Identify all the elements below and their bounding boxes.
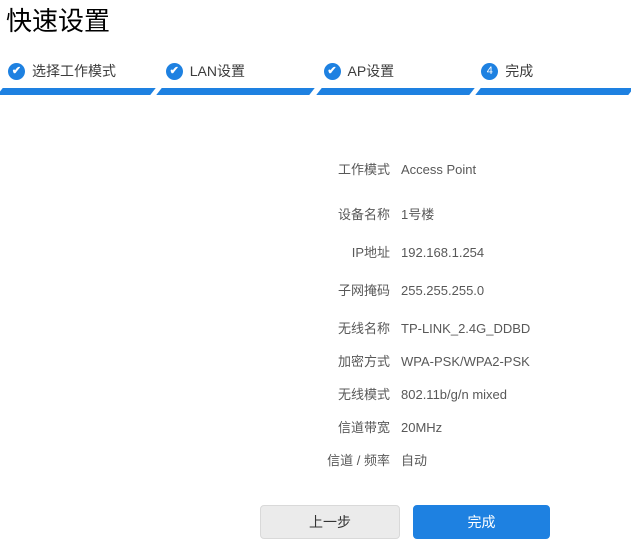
check-icon: ✔ bbox=[165, 62, 183, 80]
check-icon: ✔ bbox=[8, 62, 25, 80]
step-progress-bar bbox=[0, 88, 156, 95]
summary-row: 加密方式 WPA-PSK/WPA2-PSK bbox=[0, 355, 631, 369]
field-value: TP-LINK_2.4G_DDBD bbox=[401, 321, 531, 336]
summary-row: 子网掩码 255.255.255.0 bbox=[0, 284, 631, 298]
field-label: 无线模式 bbox=[337, 387, 390, 402]
field-value: 255.255.255.0 bbox=[401, 283, 485, 298]
field-value: 20MHz bbox=[401, 420, 443, 435]
step-progress-bars bbox=[0, 88, 631, 95]
summary-row: 工作模式 Access Point bbox=[0, 163, 631, 177]
step-item-1: ✔ 选择工作模式 bbox=[0, 61, 158, 81]
step-label: 完成 bbox=[505, 63, 534, 79]
summary-row: IP地址 192.168.1.254 bbox=[0, 246, 631, 260]
field-value: WPA-PSK/WPA2-PSK bbox=[401, 354, 530, 369]
step-item-4: 4 完成 bbox=[473, 61, 631, 81]
back-button[interactable]: 上一步 bbox=[260, 505, 400, 539]
field-value: 192.168.1.254 bbox=[401, 245, 485, 260]
field-label: 加密方式 bbox=[337, 354, 390, 369]
step-progress-bar bbox=[475, 88, 631, 95]
field-label: IP地址 bbox=[351, 245, 390, 260]
step-number-badge: 4 bbox=[481, 62, 499, 80]
button-row: 上一步 完成 bbox=[260, 505, 550, 539]
step-progress-bar bbox=[156, 88, 316, 95]
field-label: 信道 / 频率 bbox=[327, 453, 390, 468]
summary-group: 无线名称 TP-LINK_2.4G_DDBD 加密方式 WPA-PSK/WPA2-PS… bbox=[0, 322, 631, 468]
step-label: AP设置 bbox=[347, 63, 395, 79]
step-progress-bar bbox=[315, 88, 475, 95]
check-icon: ✔ bbox=[323, 62, 341, 80]
summary-row: 信道 / 频率 自动 bbox=[0, 454, 631, 468]
field-label: 子网掩码 bbox=[337, 283, 390, 298]
field-value: Access Point bbox=[401, 162, 477, 177]
field-label: 工作模式 bbox=[337, 162, 390, 177]
step-label: 选择工作模式 bbox=[32, 63, 116, 79]
field-value: 1号楼 bbox=[401, 207, 435, 222]
summary-group: 设备名称 1号楼 IP地址 192.168.1.254 子网掩码 255.255.255.… bbox=[0, 208, 631, 298]
page-title: 快速设置 bbox=[6, 6, 111, 36]
field-label: 无线名称 bbox=[337, 321, 390, 336]
field-value: 802.11b/g/n mixed bbox=[401, 387, 507, 402]
finish-button[interactable]: 完成 bbox=[413, 505, 550, 539]
summary-row: 信道带宽 20MHz bbox=[0, 421, 631, 435]
summary-group: 工作模式 Access Point bbox=[0, 163, 631, 177]
field-label: 设备名称 bbox=[337, 207, 390, 222]
step-label: LAN设置 bbox=[189, 63, 245, 79]
field-label: 信道带宽 bbox=[337, 420, 390, 435]
step-item-2: ✔ LAN设置 bbox=[158, 61, 316, 81]
summary-row: 设备名称 1号楼 bbox=[0, 208, 631, 222]
summary-row: 无线名称 TP-LINK_2.4G_DDBD bbox=[0, 322, 631, 336]
step-item-3: ✔ AP设置 bbox=[316, 61, 474, 81]
settings-summary: 工作模式 Access Point 设备名称 1号楼 IP地址 192.168.1.254… bbox=[0, 163, 631, 487]
summary-row: 无线模式 802.11b/g/n mixed bbox=[0, 388, 631, 402]
field-value: 自动 bbox=[401, 453, 428, 468]
step-indicator: ✔ 选择工作模式 ✔ LAN设置 ✔ AP设置 4 完成 bbox=[0, 61, 631, 81]
